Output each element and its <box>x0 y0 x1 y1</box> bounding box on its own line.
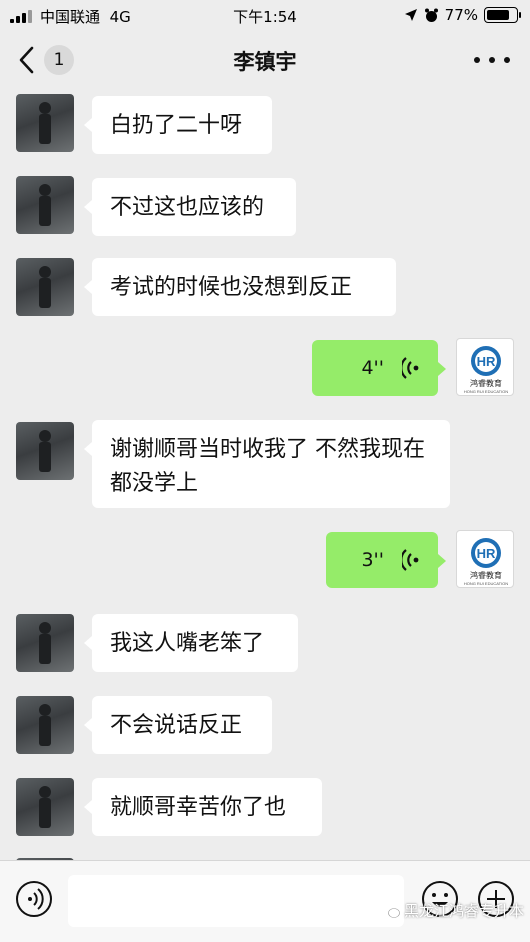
voice-wave-icon <box>402 549 419 571</box>
person-photo-icon <box>39 622 51 664</box>
friend-avatar[interactable] <box>16 614 74 672</box>
status-right: 77% <box>404 6 521 24</box>
logo-brand-en: HONG RUI EDUCATION <box>464 581 508 586</box>
battery-percent: 77% <box>444 6 478 24</box>
message-text: 不过这也应该的 <box>110 195 265 220</box>
incoming-message[interactable]: 谢谢顺哥当时收我了 不然我现在都没学上 <box>84 420 450 508</box>
person-photo-icon <box>39 266 51 308</box>
more-button[interactable] <box>474 48 510 72</box>
incoming-message[interactable]: 白扔了二十呀 <box>84 96 272 154</box>
logo-letters: HR <box>477 546 496 561</box>
voice-duration: 4'' <box>361 357 384 379</box>
outgoing-voice-message[interactable]: 3'' <box>326 532 446 588</box>
logo-brand: 鸿睿教育 <box>470 378 502 388</box>
logo-brand-en: HONG RUI EDUCATION <box>464 389 508 394</box>
watermark: 黑龙江鸿睿专升本 <box>382 900 524 921</box>
friend-avatar[interactable] <box>16 258 74 316</box>
message-text: 不会说话反正 <box>110 713 243 738</box>
person-photo-icon <box>39 184 51 226</box>
chat-header: 1 李镇宇 <box>0 32 530 88</box>
more-icon-dot <box>504 57 510 63</box>
logo-letters: HR <box>477 354 496 369</box>
alarm-icon <box>424 8 438 22</box>
incoming-message[interactable]: 不会说话反正 <box>84 696 272 754</box>
incoming-message[interactable]: 我这人嘴老笨了 <box>84 614 298 672</box>
incoming-message[interactable]: 考试的时候也没想到反正 <box>84 258 396 316</box>
message-text: 就顺哥幸苦你了也 <box>110 795 287 820</box>
voice-wave-icon <box>402 357 419 379</box>
person-photo-icon <box>39 704 51 746</box>
more-icon-dot <box>474 57 480 63</box>
incoming-message[interactable]: 不过这也应该的 <box>84 178 296 236</box>
incoming-message[interactable]: 就顺哥幸苦你了也 <box>84 778 322 836</box>
battery-icon <box>484 7 521 23</box>
person-photo-icon <box>39 102 51 144</box>
voice-input-button[interactable] <box>14 879 54 919</box>
message-text: 我这人嘴老笨了 <box>110 631 265 656</box>
battery-fill <box>487 10 509 20</box>
self-avatar[interactable]: HR 鸿睿教育 HONG RUI EDUCATION <box>456 338 514 396</box>
more-icon-dot <box>489 57 495 63</box>
watermark-text: 黑龙江鸿睿专升本 <box>403 902 524 920</box>
hongrui-logo-icon: HR 鸿睿教育 HONG RUI EDUCATION <box>464 538 508 586</box>
person-photo-icon <box>39 786 51 828</box>
logo-brand: 鸿睿教育 <box>470 570 502 580</box>
person-photo-icon <box>39 430 51 472</box>
friend-avatar[interactable] <box>16 422 74 480</box>
voice-duration: 3'' <box>361 549 384 571</box>
outgoing-voice-message[interactable]: 4'' <box>312 340 446 396</box>
location-icon <box>404 9 417 21</box>
message-text: 考试的时候也没想到反正 <box>110 275 353 300</box>
friend-avatar[interactable] <box>16 778 74 836</box>
voice-input-icon <box>16 881 52 917</box>
wechat-icon <box>382 903 400 918</box>
message-input[interactable] <box>68 875 404 927</box>
chat-title: 李镇宇 <box>233 50 297 74</box>
friend-avatar[interactable] <box>16 696 74 754</box>
message-text: 谢谢顺哥当时收我了 不然我现在都没学上 <box>110 437 425 496</box>
status-bar: 中国联通 4G 下午1:54 77% <box>0 0 530 32</box>
friend-avatar[interactable] <box>16 176 74 234</box>
friend-avatar[interactable] <box>16 94 74 152</box>
hongrui-logo-icon: HR 鸿睿教育 HONG RUI EDUCATION <box>464 346 508 394</box>
message-list[interactable]: 白扔了二十呀 不过这也应该的 考试的时候也没想到反正 4'' HR 鸿睿教育 H… <box>0 88 530 860</box>
self-avatar[interactable]: HR 鸿睿教育 HONG RUI EDUCATION <box>456 530 514 588</box>
message-text: 白扔了二十呀 <box>110 113 243 138</box>
